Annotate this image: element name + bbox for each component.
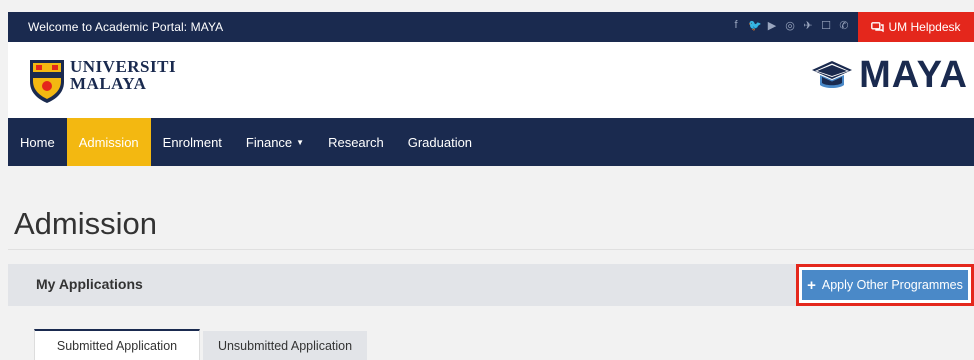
graduation-cap-icon (812, 61, 853, 88)
brand-header: UNIVERSITI MALAYA MAYA (8, 42, 974, 118)
apply-button-body[interactable]: + Apply Other Programmes (802, 270, 968, 300)
nav-finance[interactable]: Finance ▼ (234, 118, 316, 166)
page-frame: Welcome to Academic Portal: MAYA f 🐦 ▶ ◎… (0, 0, 974, 360)
application-tabs: Submitted Application Unsubmitted Applic… (34, 329, 367, 360)
page-title: Admission (14, 206, 157, 241)
facebook-icon[interactable]: f (730, 19, 742, 32)
caret-down-icon: ▼ (296, 137, 305, 147)
tab-unsubmitted-application[interactable]: Unsubmitted Application (203, 331, 367, 360)
university-name-line1: UNIVERSITI (70, 57, 177, 76)
welcome-text: Welcome to Academic Portal: MAYA (28, 20, 224, 34)
top-info-bar: Welcome to Academic Portal: MAYA f 🐦 ▶ ◎… (8, 12, 974, 42)
nav-research[interactable]: Research (316, 118, 396, 166)
applications-panel-header: My Applications + Apply Other Programmes (8, 264, 974, 306)
panel-title: My Applications (36, 276, 143, 292)
apply-other-programmes-button[interactable]: + Apply Other Programmes (796, 264, 974, 306)
youtube-icon[interactable]: ▶ (766, 19, 778, 32)
tab-unsubmitted-label: Unsubmitted Application (217, 338, 353, 353)
nav-home[interactable]: Home (8, 118, 67, 166)
divider (8, 249, 974, 250)
tablet-icon[interactable]: ☐ (820, 19, 832, 32)
nav-finance-label: Finance (245, 134, 293, 150)
chat-icon (871, 21, 885, 32)
university-name: UNIVERSITI MALAYA (70, 58, 176, 92)
apply-button-label: Apply Other Programmes (821, 278, 963, 292)
tab-submitted-application[interactable]: Submitted Application (34, 329, 200, 360)
instagram-icon[interactable]: ◎ (784, 19, 796, 32)
nav-graduation[interactable]: Graduation (396, 118, 484, 166)
twitter-icon[interactable]: 🐦 (748, 19, 762, 32)
nav-enrolment-label: Enrolment (162, 134, 222, 150)
nav-home-label: Home (20, 134, 55, 150)
telegram-icon[interactable]: ✈ (802, 19, 814, 32)
nav-admission-label: Admission (78, 134, 139, 150)
helpdesk-button[interactable]: UM Helpdesk (858, 12, 974, 42)
social-links: f 🐦 ▶ ◎ ✈ ☐ ✆ (730, 19, 850, 32)
nav-admission[interactable]: Admission (66, 118, 151, 166)
plus-icon: + (807, 276, 816, 294)
nav-graduation-label: Graduation (407, 134, 473, 150)
nav-enrolment[interactable]: Enrolment (151, 118, 234, 166)
portal-name: MAYA (859, 54, 968, 96)
main-nav: Home Admission Enrolment Finance ▼ Resear… (8, 118, 974, 166)
university-crest-logo[interactable] (28, 56, 66, 104)
helpdesk-label: UM Helpdesk (888, 20, 961, 34)
maya-logo[interactable]: MAYA (811, 56, 968, 94)
university-name-line2: MALAYA (70, 74, 147, 93)
tab-submitted-label: Submitted Application (56, 338, 178, 353)
nav-research-label: Research (328, 134, 384, 150)
phone-icon[interactable]: ✆ (838, 19, 850, 32)
